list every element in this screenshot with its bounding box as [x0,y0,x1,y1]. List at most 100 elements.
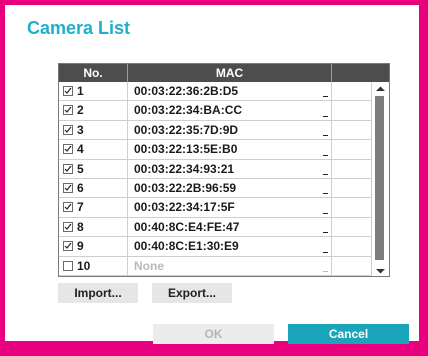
table-rows: 1 00:03:22:36:2B:D5 2 00:03:22:34:BA:CC 3 00:… [59,82,371,276]
dropdown-marker-icon[interactable] [323,251,328,253]
row-checkbox[interactable] [63,260,73,271]
cell-extra [332,218,371,236]
cancel-button[interactable]: Cancel [288,324,409,344]
camera-number: 10 [77,258,91,273]
camera-table: No. MAC 1 00:03:22:36:2B:D5 2 00:03:22:34:B… [58,63,390,277]
dropdown-marker-icon[interactable] [323,193,328,195]
column-header-mac[interactable]: MAC [128,64,332,82]
table-row[interactable]: 4 00:03:22:13:5E:B0 [59,140,371,160]
cell-extra [332,101,371,119]
row-checkbox[interactable] [63,144,73,155]
table-row[interactable]: 6 00:03:22:2B:96:59 [59,178,371,199]
cell-mac[interactable]: 00:40:8C:E1:30:E9 [128,237,332,256]
mac-address: 00:03:22:34:BA:CC [134,103,243,118]
cell-mac[interactable]: 00:03:22:34:BA:CC [128,101,332,120]
camera-number: 7 [77,200,84,215]
mac-address: None [134,258,164,273]
scroll-down-arrow-icon[interactable] [372,264,389,276]
dropdown-marker-icon[interactable] [323,135,328,137]
table-header: No. MAC [59,64,389,82]
cell-no: 4 [59,140,128,159]
camera-number: 8 [77,219,84,234]
cell-no: 1 [59,82,128,101]
cell-no: 8 [59,217,128,237]
checkmark-icon [64,184,72,191]
cell-no: 3 [59,120,128,140]
table-row[interactable]: 2 00:03:22:34:BA:CC [59,101,371,121]
camera-list-dialog: Camera List No. MAC 1 00:03:22:36:2B:D5 2 0… [5,5,419,344]
checkmark-icon [64,107,72,114]
checkmark-icon [64,87,72,94]
checkmark-icon [64,223,72,230]
checkmark-icon [64,126,72,133]
row-checkbox[interactable] [63,105,73,116]
cell-no: 9 [59,237,128,256]
column-header-extra [332,64,389,82]
cell-extra [332,237,371,255]
mac-address: 00:03:22:35:7D:9D [134,122,239,137]
dropdown-marker-icon[interactable] [323,232,328,234]
cell-mac[interactable]: 00:03:22:36:2B:D5 [128,82,332,101]
camera-number: 1 [77,84,84,98]
table-row[interactable]: 8 00:40:8C:E4:FE:47 [59,217,371,238]
row-checkbox[interactable] [63,202,73,213]
checkmark-icon [64,165,72,172]
camera-number: 4 [77,142,84,157]
mac-address: 00:40:8C:E4:FE:47 [134,219,240,234]
mac-address: 00:03:22:34:17:5F [134,200,235,215]
mac-address: 00:03:22:36:2B:D5 [134,84,239,98]
cell-extra [332,140,371,158]
checkmark-icon [64,145,72,153]
ok-button[interactable]: OK [153,324,274,344]
cell-no: 2 [59,101,128,120]
cell-mac[interactable]: 00:03:22:34:93:21 [128,159,332,178]
camera-number: 3 [77,122,84,137]
cell-mac[interactable]: 00:03:22:35:7D:9D [128,120,332,140]
table-row[interactable]: 5 00:03:22:34:93:21 [59,159,371,179]
cell-mac[interactable]: 00:40:8C:E4:FE:47 [128,217,332,237]
mac-address: 00:03:22:34:93:21 [134,161,235,176]
row-checkbox[interactable] [63,182,73,193]
camera-number: 9 [77,239,84,254]
cell-extra [332,82,371,100]
camera-number: 5 [77,161,84,176]
mac-address: 00:03:22:2B:96:59 [134,180,237,195]
dialog-title: Camera List [27,18,131,38]
row-checkbox[interactable] [63,124,73,135]
table-row[interactable]: 10 None [59,256,371,276]
cell-no: 7 [59,198,128,217]
cell-mac[interactable]: None [128,256,332,275]
column-header-no[interactable]: No. [59,64,128,82]
camera-number: 6 [77,180,84,195]
cell-extra [332,179,371,197]
vertical-scrollbar[interactable] [371,82,389,276]
scrollbar-thumb[interactable] [375,96,384,260]
dropdown-marker-icon[interactable] [323,115,328,117]
scroll-up-arrow-icon[interactable] [372,82,389,94]
dropdown-marker-icon[interactable] [323,173,328,175]
table-row[interactable]: 9 00:40:8C:E1:30:E9 [59,237,371,257]
row-checkbox[interactable] [63,86,73,96]
dropdown-marker-icon[interactable] [323,96,328,98]
dropdown-marker-icon[interactable] [323,154,328,156]
dropdown-marker-icon[interactable] [323,270,328,272]
cell-no: 10 [59,256,128,275]
export-button[interactable]: Export... [152,283,232,303]
import-button[interactable]: Import... [58,283,138,303]
table-row[interactable]: 3 00:03:22:35:7D:9D [59,120,371,141]
row-checkbox[interactable] [63,241,73,252]
dropdown-marker-icon[interactable] [323,212,328,214]
cell-mac[interactable]: 00:03:22:2B:96:59 [128,178,332,198]
cell-mac[interactable]: 00:03:22:13:5E:B0 [128,140,332,159]
table-row[interactable]: 7 00:03:22:34:17:5F [59,198,371,218]
cell-mac[interactable]: 00:03:22:34:17:5F [128,198,332,217]
cell-extra [332,198,371,216]
table-row[interactable]: 1 00:03:22:36:2B:D5 [59,82,371,102]
cell-extra [332,257,371,275]
checkmark-icon [64,203,72,211]
cell-no: 5 [59,159,128,178]
mac-address: 00:40:8C:E1:30:E9 [134,239,239,254]
row-checkbox[interactable] [63,221,73,232]
row-checkbox[interactable] [63,163,73,174]
cell-extra [332,121,371,139]
